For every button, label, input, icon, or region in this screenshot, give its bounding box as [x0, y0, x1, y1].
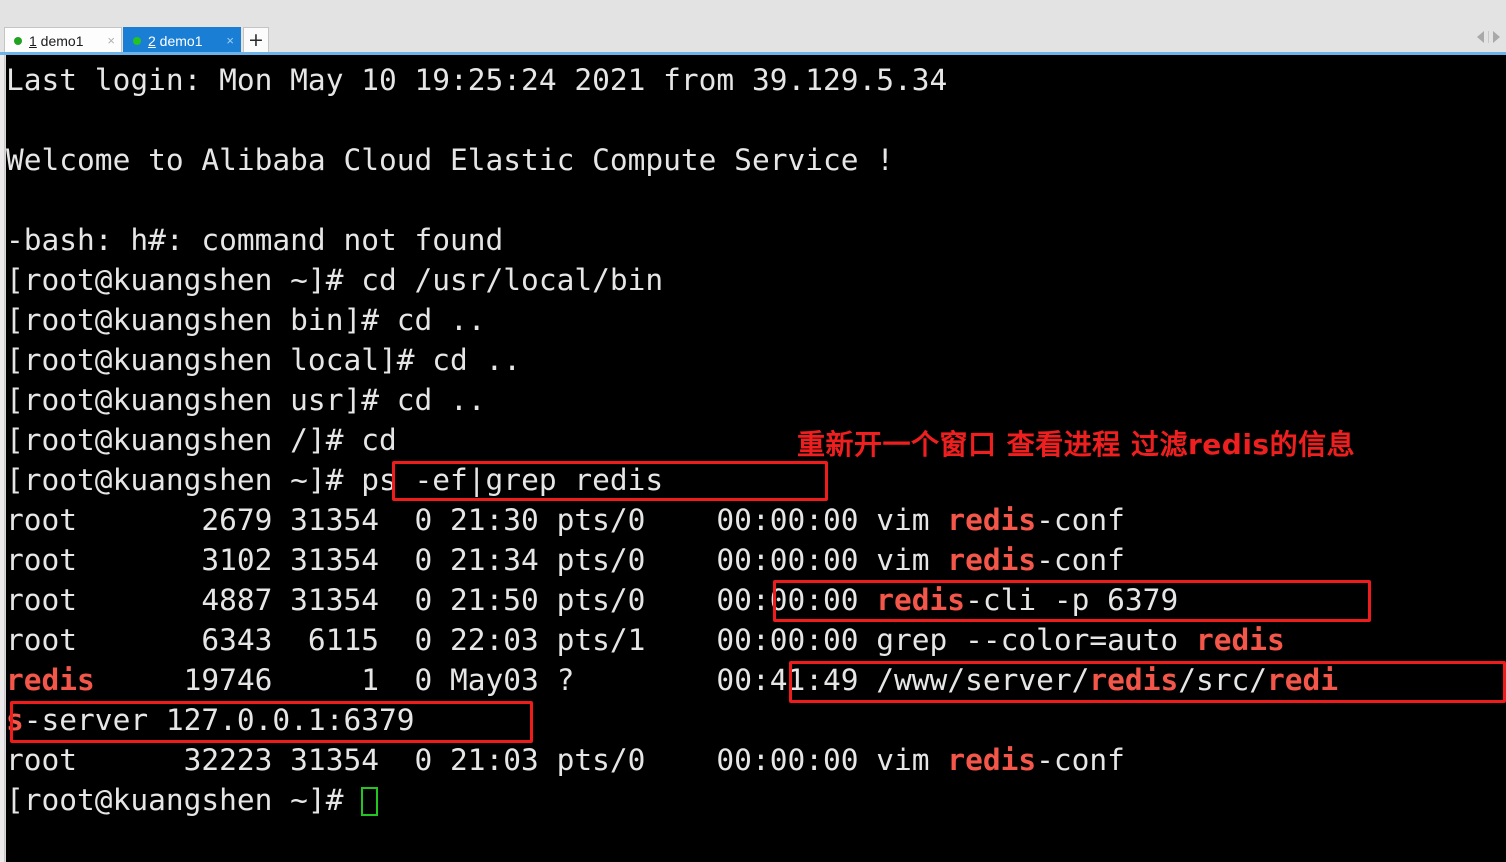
row-text: root 3102 31354 0 21:34 pts/0 00:00:00 v… [6, 543, 948, 577]
redis-match: redis [1195, 623, 1285, 657]
terminal-row-process: root 6343 6115 0 22:03 pts/1 00:00:00 gr… [6, 620, 1506, 660]
shell-prompt: [root@kuangshen ~]# [6, 463, 362, 497]
row-text: -server 127.0.0.1:6379 [23, 703, 415, 737]
new-tab-button[interactable]: + [243, 27, 269, 53]
tab-strip: 1 demo1 × 2 demo1 × + [4, 27, 269, 53]
redis-match: redis [947, 543, 1037, 577]
redis-match: redis [876, 583, 966, 617]
row-text: -cli -p 6379 [965, 583, 1179, 617]
ps-command-text: ps -ef|grep redis [361, 463, 664, 497]
terminal-line: [root@kuangshen usr]# cd .. [6, 383, 486, 417]
terminal-row-process: root 32223 31354 0 21:03 pts/0 00:00:00 … [6, 740, 1506, 780]
row-text: /src/ [1178, 663, 1268, 697]
terminal-area: Last login: Mon May 10 19:25:24 2021 fro… [0, 55, 1506, 862]
scroll-separator [1488, 31, 1489, 43]
tab-index-2: 2 [148, 32, 156, 49]
redis-match: redis [947, 503, 1037, 537]
row-text: -conf [1036, 503, 1125, 537]
terminal-window: 1 demo1 × 2 demo1 × + Last login: Mon Ma… [0, 0, 1506, 862]
tab-index-1: 1 [29, 32, 37, 49]
tab-scroll-controls [1477, 31, 1500, 43]
terminal-scrollbar[interactable] [0, 55, 5, 862]
terminal-row-process-wrapped: s-server 127.0.0.1:6379 [6, 700, 1506, 740]
redis-match-wrapped-tail: s [6, 703, 24, 737]
tab-title-2: demo1 [155, 32, 203, 49]
row-text: root 6343 6115 0 22:03 pts/1 00:00:00 gr… [6, 623, 1196, 657]
block-cursor [361, 787, 379, 816]
tab-status-dot-icon [14, 36, 22, 45]
annotation-note-chinese: 重新开一个窗口 查看进程 过滤redis的信息 [797, 428, 1356, 461]
tab-label-1: 1 demo1 [29, 33, 84, 49]
shell-prompt: [root@kuangshen ~]# [6, 783, 362, 817]
tab-demo1-1[interactable]: 1 demo1 × [4, 27, 122, 53]
redis-match-wrapped: redi [1267, 663, 1339, 697]
terminal-row-process: redis 19746 1 0 May03 ? 00:41:49 /www/se… [6, 660, 1506, 700]
tab-demo1-2[interactable]: 2 demo1 × [123, 27, 241, 53]
tab-status-dot-icon [133, 36, 141, 45]
scroll-left-icon[interactable] [1477, 31, 1484, 43]
tab-label-2: 2 demo1 [148, 33, 203, 49]
terminal-row-process: root 3102 31354 0 21:34 pts/0 00:00:00 v… [6, 540, 1506, 580]
redis-user: redis [6, 663, 95, 697]
row-text: root 2679 31354 0 21:30 pts/0 00:00:00 v… [6, 503, 948, 537]
row-text: root 32223 31354 0 21:03 pts/0 00:00:00 … [6, 743, 948, 777]
terminal-line: Last login: Mon May 10 19:25:24 2021 fro… [6, 63, 948, 97]
row-text: -conf [1036, 743, 1125, 777]
terminal-line: -bash: h#: command not found [6, 223, 504, 257]
terminal-line: Welcome to Alibaba Cloud Elastic Compute… [6, 143, 895, 177]
row-text: root 4887 31354 0 21:50 pts/0 00:00:00 [6, 583, 877, 617]
terminal-line: [root@kuangshen bin]# cd .. [6, 303, 486, 337]
terminal-row-process: root 2679 31354 0 21:30 pts/0 00:00:00 v… [6, 500, 1506, 540]
tab-close-icon-2[interactable]: × [212, 34, 234, 47]
tab-bar: 1 demo1 × 2 demo1 × + [0, 0, 1506, 55]
row-text: -conf [1036, 543, 1125, 577]
scroll-right-icon[interactable] [1493, 31, 1500, 43]
terminal-line-ps-command: [root@kuangshen ~]# ps -ef|grep redis [6, 460, 1506, 500]
tab-title-1: demo1 [36, 32, 84, 49]
terminal-line: [root@kuangshen local]# cd .. [6, 343, 522, 377]
row-text: 19746 1 0 May03 ? 00:41:49 /www/server/ [94, 663, 1090, 697]
redis-match: redis [947, 743, 1037, 777]
terminal-line: [root@kuangshen ~]# cd /usr/local/bin [6, 263, 664, 297]
terminal-row-process: root 4887 31354 0 21:50 pts/0 00:00:00 r… [6, 580, 1506, 620]
terminal-line-prompt: [root@kuangshen ~]# [6, 780, 1506, 820]
redis-match: redis [1089, 663, 1179, 697]
tab-close-icon-1[interactable]: × [93, 34, 115, 47]
